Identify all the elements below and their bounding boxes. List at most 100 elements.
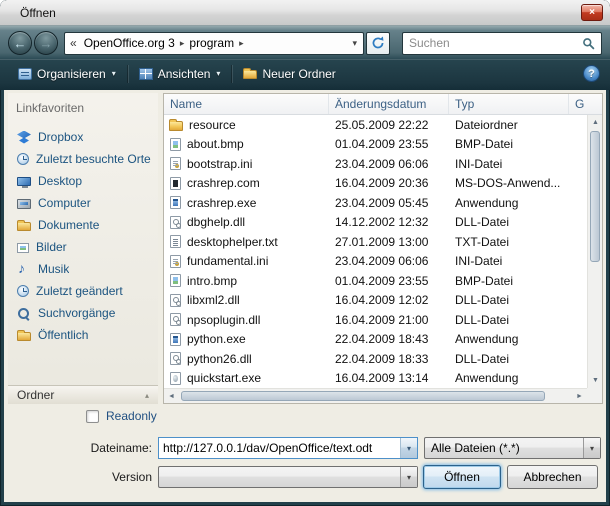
search-box[interactable]: Suchen — [402, 32, 602, 55]
search-icon — [17, 307, 31, 320]
search-icon — [582, 37, 595, 50]
window-title: Öffnen — [0, 6, 56, 20]
horizontal-scrollbar[interactable]: ◄ ► — [164, 388, 587, 403]
open-button[interactable]: Öffnen — [423, 465, 501, 489]
sidebar-item-searches[interactable]: Suchvorgänge — [8, 302, 158, 324]
file-row[interactable]: quickstart.exe 16.04.2009 13:14 Anwendun… — [164, 369, 587, 389]
version-label: Version — [4, 470, 152, 484]
list-header: Name Änderungsdatum Typ G — [164, 94, 602, 115]
close-button[interactable]: × — [581, 4, 603, 21]
breadcrumb-item-program[interactable]: program — [186, 34, 237, 52]
version-combobox[interactable]: ▾ — [158, 466, 418, 488]
forward-button[interactable]: → — [34, 31, 58, 55]
file-name: bootstrap.ini — [187, 157, 252, 171]
file-row[interactable]: crashrep.exe 23.04.2009 05:45 Anwendung — [164, 193, 587, 213]
breadcrumb-overflow-icon[interactable]: « — [70, 36, 77, 50]
sidebar-item-dropbox[interactable]: Dropbox — [8, 126, 158, 148]
file-date: 22.04.2009 18:33 — [329, 352, 449, 366]
file-row[interactable]: npsoplugin.dll 16.04.2009 21:00 DLL-Date… — [164, 310, 587, 330]
filetype-dropdown-icon[interactable]: ▾ — [583, 438, 600, 458]
help-button[interactable]: ? — [583, 65, 600, 82]
file-name: python.exe — [187, 332, 246, 346]
vertical-scrollbar[interactable]: ▲ ▼ — [587, 115, 602, 388]
chevron-right-icon[interactable]: ▸ — [237, 38, 246, 49]
organize-button[interactable]: Organisieren ▾ — [10, 63, 124, 85]
scrollbar-corner — [587, 388, 602, 403]
filetype-combobox[interactable]: Alle Dateien (*.*) ▾ — [424, 437, 601, 459]
sidebar-item-recent-places[interactable]: Zuletzt besuchte Orte — [8, 148, 158, 170]
refresh-icon — [371, 36, 385, 50]
filename-label: Dateiname: — [4, 441, 152, 455]
file-row[interactable]: libxml2.dll 16.04.2009 12:02 DLL-Datei — [164, 291, 587, 311]
vertical-scroll-thumb[interactable] — [590, 131, 600, 262]
file-row[interactable]: python.exe 22.04.2009 18:43 Anwendung — [164, 330, 587, 350]
scroll-up-icon[interactable]: ▲ — [588, 115, 603, 130]
pictures-icon — [17, 243, 29, 253]
file-name: crashrep.exe — [187, 196, 256, 210]
folders-label: Ordner — [17, 388, 54, 402]
file-row[interactable]: fundamental.ini 23.04.2009 06:06 INI-Dat… — [164, 252, 587, 272]
readonly-checkbox[interactable] — [86, 410, 99, 423]
horizontal-scroll-thumb[interactable] — [181, 391, 545, 401]
file-row[interactable]: python26.dll 22.04.2009 18:33 DLL-Datei — [164, 349, 587, 369]
breadcrumb-item-openoffice[interactable]: OpenOffice.org 3 — [81, 34, 178, 52]
sidebar: Linkfavoriten Dropbox Zuletzt besuchte O… — [8, 93, 158, 404]
chevron-right-icon[interactable]: ▸ — [178, 38, 187, 49]
chevron-down-icon: ▾ — [216, 69, 220, 78]
application-file-icon — [170, 333, 181, 346]
new-folder-button[interactable]: Neuer Ordner — [235, 63, 343, 85]
file-date: 16.04.2009 12:02 — [329, 293, 449, 307]
folders-expander[interactable]: Ordner ▴ — [8, 385, 158, 404]
version-dropdown-icon[interactable]: ▾ — [400, 467, 417, 487]
file-type: DLL-Datei — [449, 352, 569, 366]
scroll-down-icon[interactable]: ▼ — [588, 373, 603, 388]
breadcrumb[interactable]: « OpenOffice.org 3 ▸ program ▸ ▾ — [64, 32, 364, 55]
column-header-size[interactable]: G — [569, 94, 602, 114]
column-header-date[interactable]: Änderungsdatum — [329, 94, 449, 114]
sidebar-item-public[interactable]: Öffentlich — [8, 324, 158, 346]
cancel-button[interactable]: Abbrechen — [507, 465, 598, 489]
close-icon: × — [589, 7, 595, 18]
filename-dropdown-icon[interactable]: ▾ — [400, 438, 417, 458]
file-row[interactable]: bootstrap.ini 23.04.2009 06:06 INI-Datei — [164, 154, 587, 174]
filename-input[interactable] — [159, 438, 400, 458]
column-header-type[interactable]: Typ — [449, 94, 569, 114]
open-file-dialog: Öffnen × ← → « OpenOffice.org 3 ▸ progra… — [0, 0, 610, 506]
column-header-name[interactable]: Name — [164, 94, 329, 114]
open-button-label: Öffnen — [444, 470, 480, 484]
scroll-right-icon[interactable]: ► — [572, 389, 587, 404]
file-name: about.bmp — [187, 137, 244, 151]
file-row[interactable]: dbghelp.dll 14.12.2002 12:32 DLL-Datei — [164, 213, 587, 233]
file-date: 16.04.2009 13:14 — [329, 371, 449, 385]
titlebar[interactable]: Öffnen × — [0, 0, 610, 26]
sidebar-item-label: Zuletzt besuchte Orte — [36, 152, 151, 166]
forward-arrow-icon: → — [40, 37, 53, 50]
sidebar-item-label: Dokumente — [38, 218, 99, 232]
sidebar-item-pictures[interactable]: Bilder — [8, 236, 158, 258]
back-button[interactable]: ← — [8, 31, 32, 55]
quickstart-icon — [170, 372, 181, 385]
sidebar-item-computer[interactable]: Computer — [8, 192, 158, 214]
sidebar-item-music[interactable]: Musik — [8, 258, 158, 280]
text-file-icon — [170, 235, 181, 248]
scroll-left-icon[interactable]: ◄ — [164, 389, 179, 404]
file-list: Name Änderungsdatum Typ G resource 25.05… — [163, 93, 603, 404]
address-dropdown-icon[interactable]: ▾ — [352, 38, 358, 49]
sidebar-item-label: Bilder — [36, 240, 67, 254]
sidebar-item-desktop[interactable]: Desktop — [8, 170, 158, 192]
sidebar-item-label: Computer — [38, 196, 91, 210]
toolbar-separator — [231, 65, 232, 83]
sidebar-item-documents[interactable]: Dokumente — [8, 214, 158, 236]
file-row[interactable]: intro.bmp 01.04.2009 23:55 BMP-Datei — [164, 271, 587, 291]
filename-combobox[interactable]: ▾ — [158, 437, 418, 459]
sidebar-item-label: Suchvorgänge — [38, 306, 115, 320]
file-row[interactable]: about.bmp 01.04.2009 23:55 BMP-Datei — [164, 135, 587, 155]
file-row[interactable]: resource 25.05.2009 22:22 Dateiordner — [164, 115, 587, 135]
organize-label: Organisieren — [37, 67, 106, 81]
views-button[interactable]: Ansichten ▾ — [131, 63, 229, 85]
music-note-icon — [17, 263, 31, 276]
file-row[interactable]: desktophelper.txt 27.01.2009 13:00 TXT-D… — [164, 232, 587, 252]
sidebar-item-recently-changed[interactable]: Zuletzt geändert — [8, 280, 158, 302]
file-row[interactable]: crashrep.com 16.04.2009 20:36 MS-DOS-Anw… — [164, 174, 587, 194]
refresh-button[interactable] — [366, 32, 390, 55]
